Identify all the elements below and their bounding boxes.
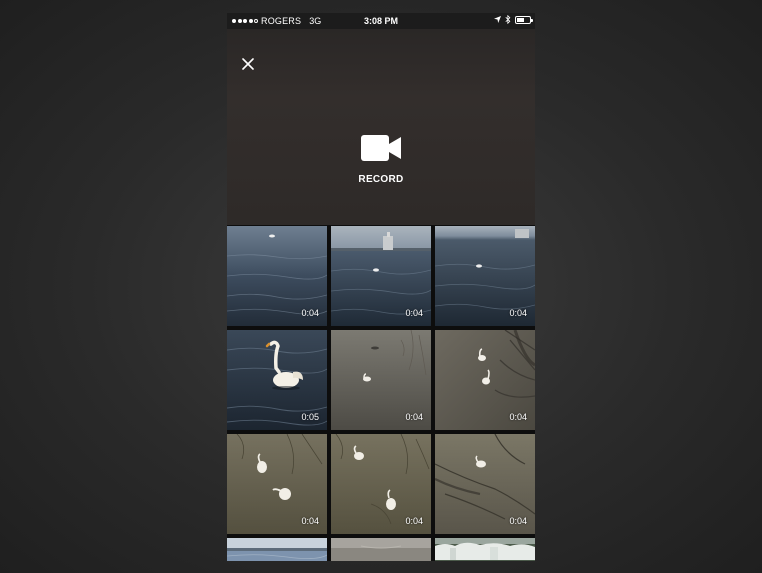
video-thumbnail[interactable] xyxy=(331,538,431,561)
video-duration: 0:05 xyxy=(301,412,319,422)
status-bar: ROGERS 3G 3:08 PM xyxy=(227,13,535,29)
video-duration: 0:04 xyxy=(301,308,319,318)
video-duration: 0:04 xyxy=(509,516,527,526)
video-thumbnail[interactable]: 0:04 xyxy=(227,226,327,326)
video-thumbnail[interactable]: 0:04 xyxy=(331,330,431,430)
video-duration: 0:04 xyxy=(405,308,423,318)
location-arrow-icon xyxy=(494,16,501,23)
video-thumbnail[interactable]: 0:04 xyxy=(435,226,535,326)
record-label: RECORD xyxy=(358,174,404,185)
record-panel: RECORD xyxy=(227,29,535,225)
status-right xyxy=(494,15,533,24)
video-duration: 0:04 xyxy=(509,308,527,318)
video-duration: 0:04 xyxy=(405,412,423,422)
video-thumbnail[interactable]: 0:04 xyxy=(331,226,431,326)
video-thumbnail[interactable] xyxy=(435,538,535,561)
video-thumbnail[interactable]: 0:04 xyxy=(435,330,535,430)
battery-icon xyxy=(515,15,533,24)
video-camera-icon xyxy=(361,135,401,161)
video-thumbnail[interactable]: 0:04 xyxy=(331,434,431,534)
phone-screen: ROGERS 3G 3:08 PM RECORD 0:04 0:04 0:04 … xyxy=(227,13,535,561)
video-duration: 0:04 xyxy=(509,412,527,422)
video-thumbnail[interactable] xyxy=(227,538,327,561)
close-icon xyxy=(242,58,254,70)
video-duration: 0:04 xyxy=(301,516,319,526)
status-time: 3:08 PM xyxy=(363,16,398,26)
video-thumbnail[interactable]: 0:04 xyxy=(435,434,535,534)
video-thumbnail[interactable]: 0:05 xyxy=(227,330,327,430)
record-button[interactable]: RECORD xyxy=(331,125,431,205)
bluetooth-icon xyxy=(505,15,511,24)
video-thumbnail[interactable]: 0:04 xyxy=(227,434,327,534)
close-button[interactable] xyxy=(237,53,259,75)
video-grid: 0:04 0:04 0:04 0:05 0:04 0:04 0:04 0:04 … xyxy=(227,225,535,561)
video-duration: 0:04 xyxy=(405,516,423,526)
